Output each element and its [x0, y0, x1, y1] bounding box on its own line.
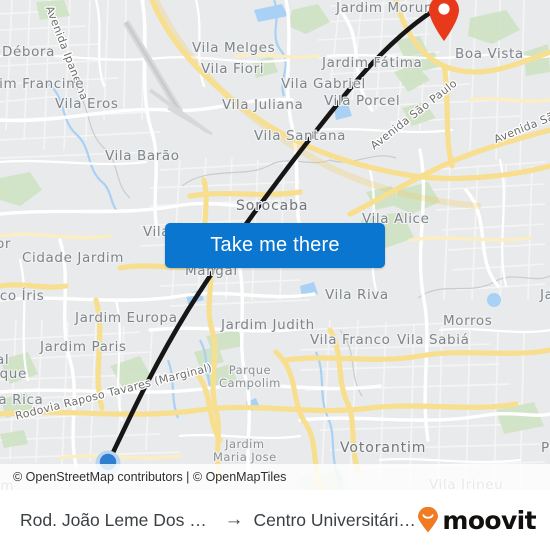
- destination-marker-icon[interactable]: [427, 0, 461, 42]
- route-origin-label: Rod. João Leme Dos Sant…: [20, 509, 215, 530]
- moovit-map-screen: DéboraAvenida IpanemaIpanemaVila MelgesJ…: [0, 0, 550, 550]
- moovit-pin-icon: [418, 507, 439, 533]
- route-destination-label: Centro Universitário F…: [253, 509, 418, 530]
- arrow-right-icon: →: [224, 509, 244, 530]
- attribution-text: © OpenStreetMap contributors | © OpenMap…: [13, 470, 287, 484]
- take-me-there-button[interactable]: Take me there: [165, 223, 385, 268]
- map-attribution: © OpenStreetMap contributors | © OpenMap…: [0, 464, 550, 490]
- map-canvas[interactable]: DéboraAvenida IpanemaIpanemaVila MelgesJ…: [0, 0, 550, 490]
- moovit-wordmark: moovit: [442, 505, 536, 535]
- route-footer-bar: Rod. João Leme Dos Sant… → Centro Univer…: [0, 490, 550, 550]
- moovit-logo[interactable]: moovit: [417, 505, 537, 535]
- route-summary: Rod. João Leme Dos Sant… → Centro Univer…: [20, 509, 417, 531]
